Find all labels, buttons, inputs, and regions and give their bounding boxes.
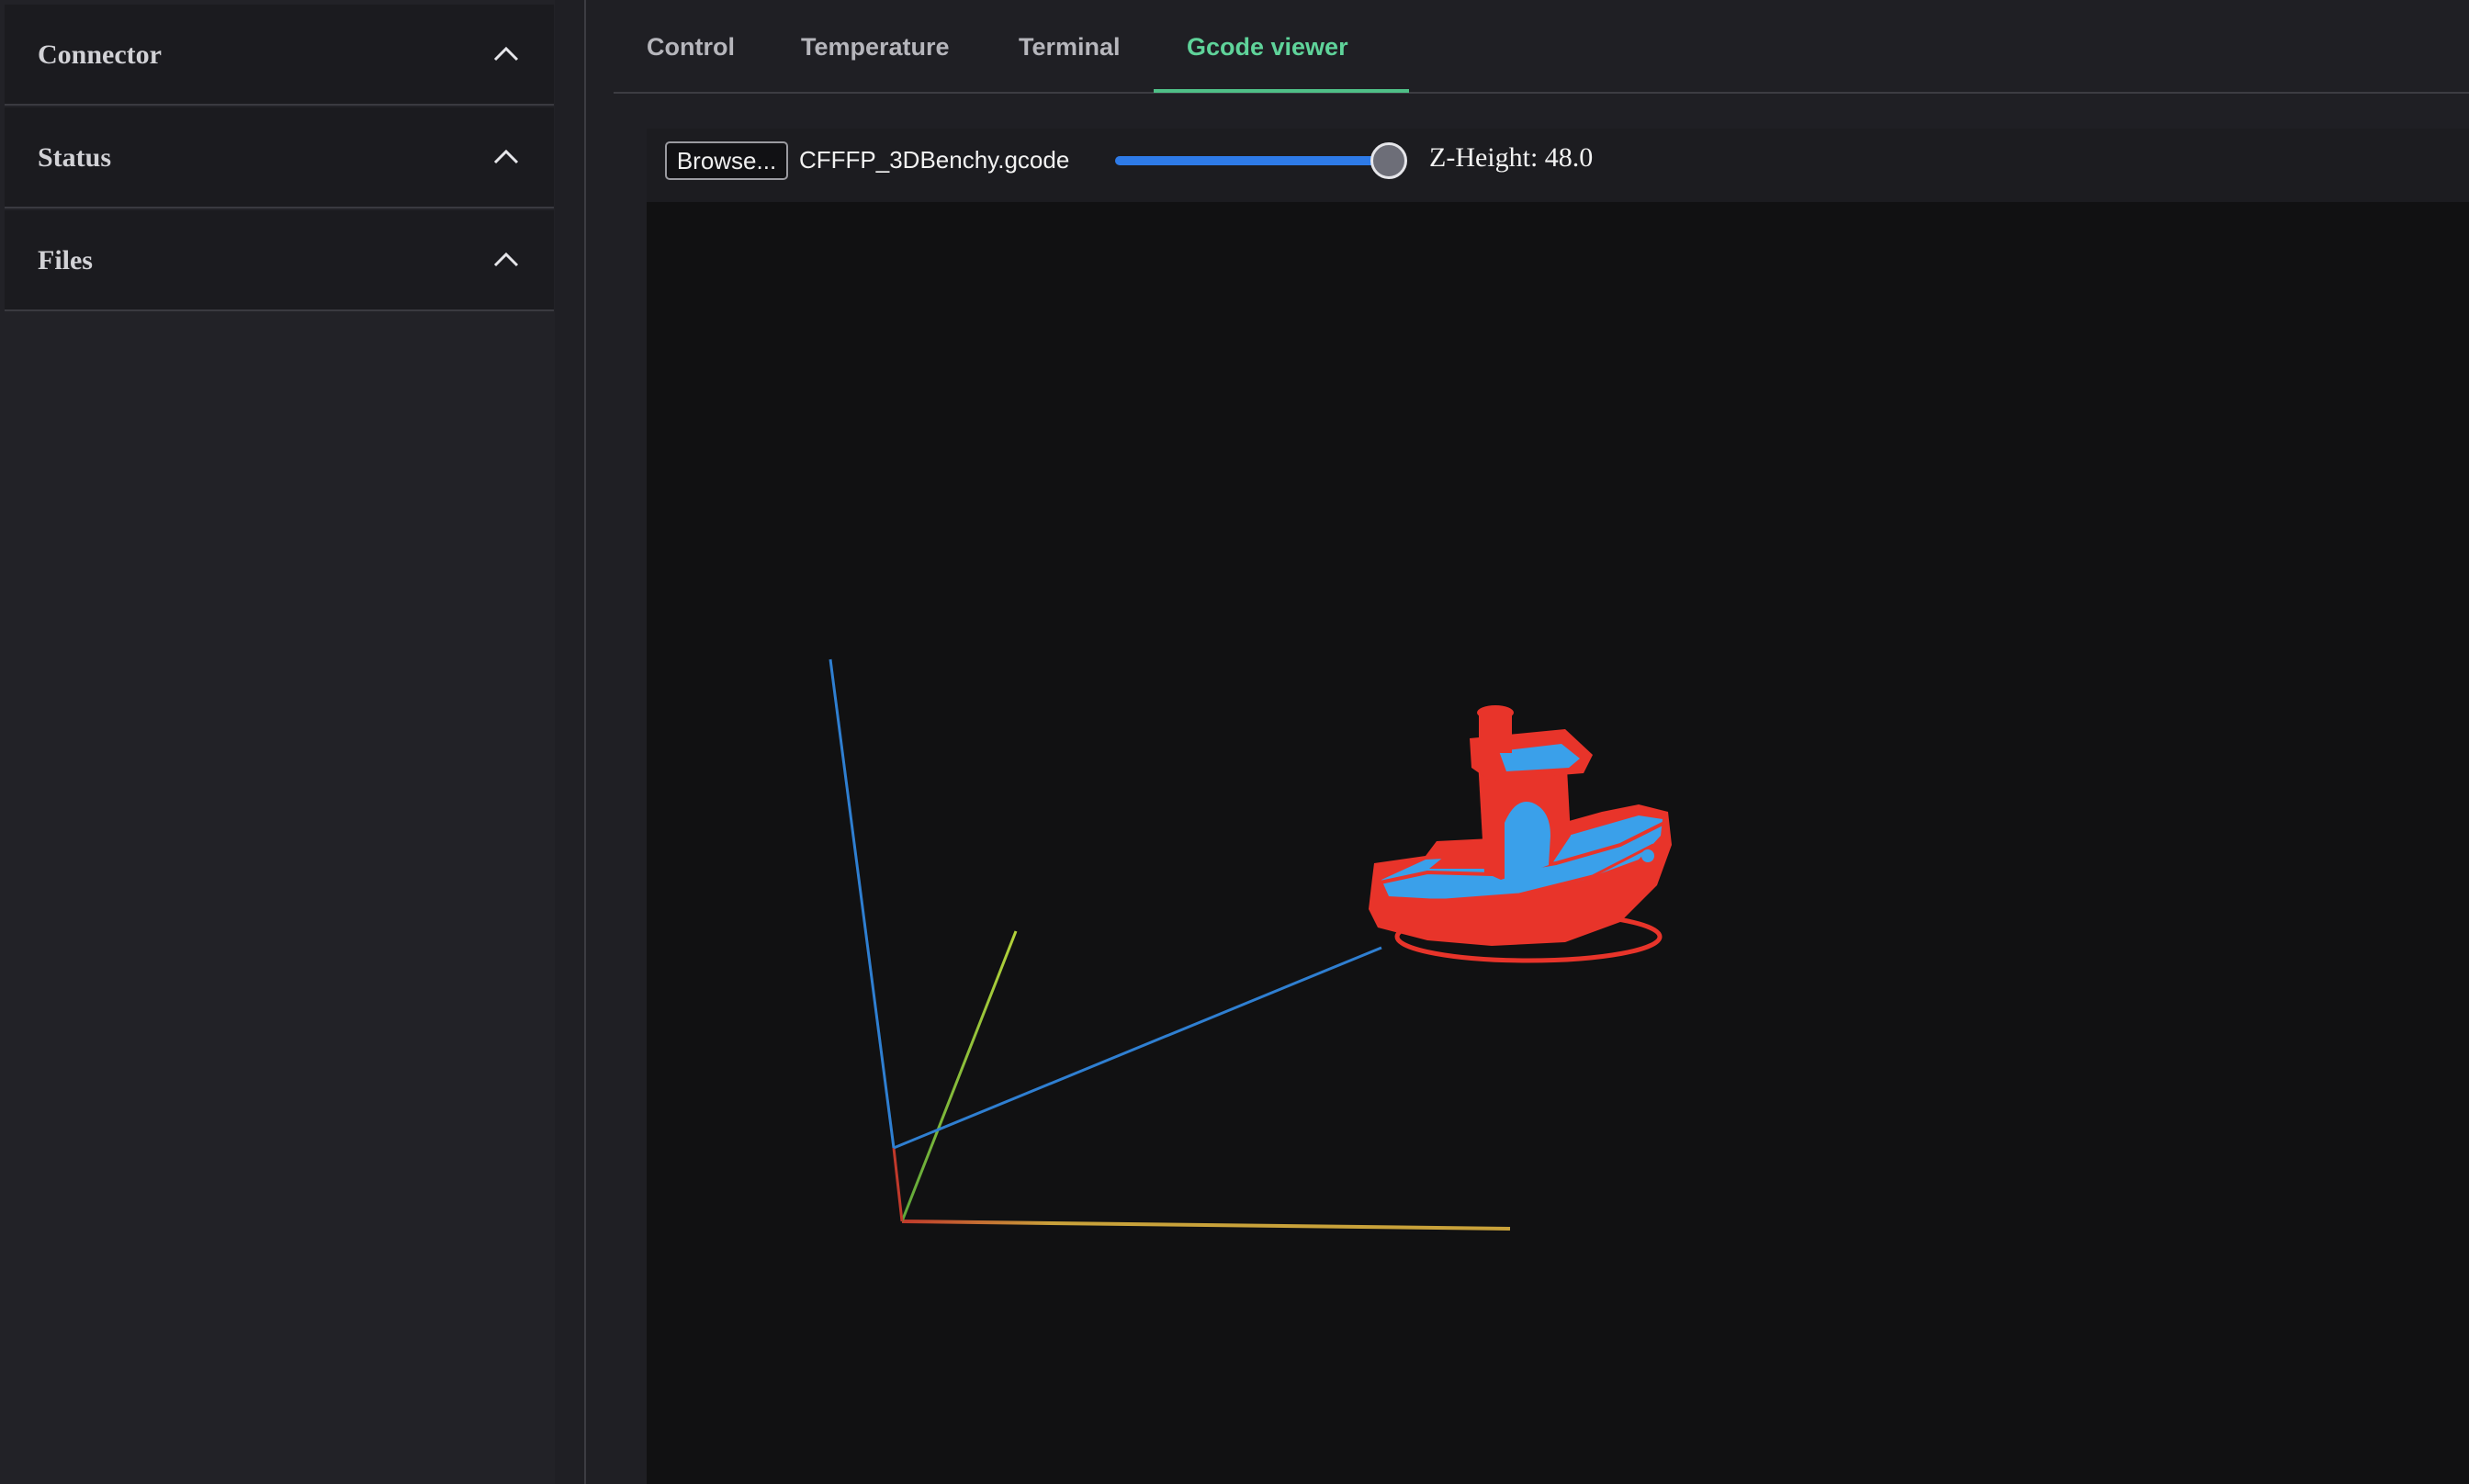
chevron-up-icon[interactable] — [491, 249, 521, 271]
z-height-slider[interactable] — [1115, 156, 1391, 165]
z-height-slider-thumb[interactable] — [1370, 142, 1407, 179]
travel-line — [893, 946, 1382, 1150]
tab-temperature[interactable]: Temperature — [801, 33, 950, 62]
chevron-up-icon[interactable] — [491, 43, 521, 65]
accordion-files-title: Files — [38, 245, 93, 275]
sidebar: Connector Status Files — [0, 0, 555, 1484]
active-tab-indicator — [1154, 89, 1409, 93]
selected-filename: CFFFP_3DBenchy.gcode — [799, 146, 1070, 174]
axis-x-line — [901, 1220, 1511, 1231]
tab-terminal[interactable]: Terminal — [1019, 33, 1121, 62]
tab-control[interactable]: Control — [647, 33, 735, 62]
axis-z-line — [829, 658, 896, 1149]
tab-bar: Control Temperature Terminal Gcode viewe… — [614, 0, 2469, 94]
tab-gcode-viewer[interactable]: Gcode viewer — [1187, 33, 1348, 62]
benchy-model — [1369, 705, 1672, 963]
browse-button[interactable]: Browse... — [665, 141, 788, 180]
accordion-status[interactable]: Status — [5, 107, 554, 208]
chevron-up-icon[interactable] — [491, 146, 521, 168]
accordion-connector-title: Connector — [38, 39, 162, 70]
gcode-render — [829, 658, 1672, 1231]
accordion-status-title: Status — [38, 142, 112, 173]
z-height-label: Z-Height: 48.0 — [1429, 142, 1594, 173]
axis-origin-red — [892, 1147, 904, 1222]
accordion-files[interactable]: Files — [5, 210, 554, 311]
z-height-slider-fill — [1115, 156, 1391, 165]
axis-y-line — [900, 930, 1018, 1222]
panel-divider[interactable] — [584, 0, 586, 1484]
gcode-3d-viewport[interactable] — [647, 202, 2469, 1484]
accordion-connector[interactable]: Connector — [5, 5, 554, 106]
